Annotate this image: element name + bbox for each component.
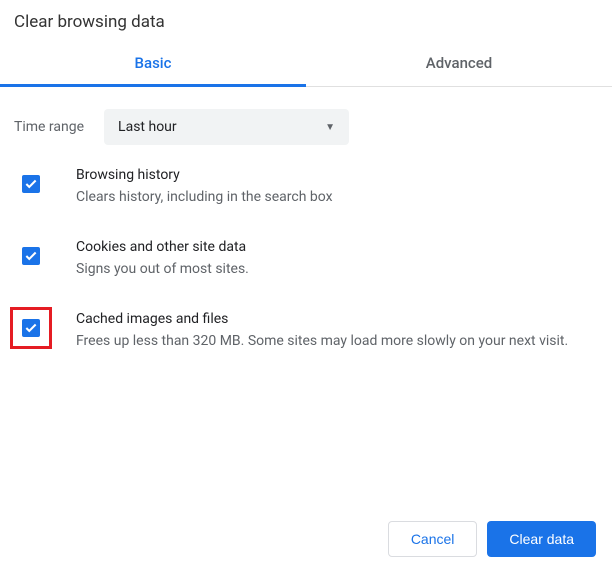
- dialog-buttons: Cancel Clear data: [388, 521, 596, 557]
- option-title: Cookies and other site data: [76, 237, 249, 257]
- option-desc: Signs you out of most sites.: [76, 259, 249, 279]
- option-browsing-history: Browsing history Clears history, includi…: [14, 163, 598, 207]
- check-icon: [24, 321, 38, 335]
- caret-down-icon: ▼: [325, 122, 335, 133]
- time-range-row: Time range Last hour ▼: [0, 87, 612, 163]
- checkbox-wrapper: [10, 235, 52, 277]
- option-text: Cached images and files Frees up less th…: [76, 307, 568, 351]
- cancel-button[interactable]: Cancel: [388, 521, 478, 557]
- checkbox-wrapper: [10, 163, 52, 205]
- time-range-value: Last hour: [118, 119, 177, 135]
- check-icon: [24, 249, 38, 263]
- option-title: Cached images and files: [76, 309, 568, 329]
- time-range-select[interactable]: Last hour ▼: [104, 109, 349, 145]
- option-title: Browsing history: [76, 165, 333, 185]
- option-cached-images: Cached images and files Frees up less th…: [14, 307, 598, 351]
- option-cookies: Cookies and other site data Signs you ou…: [14, 235, 598, 279]
- checkbox-wrapper-highlighted: [10, 307, 52, 349]
- checkbox-cookies[interactable]: [22, 247, 40, 265]
- checkbox-browsing-history[interactable]: [22, 175, 40, 193]
- option-desc: Clears history, including in the search …: [76, 187, 333, 207]
- dialog-title: Clear browsing data: [0, 0, 612, 40]
- check-icon: [24, 177, 38, 191]
- options-list: Browsing history Clears history, includi…: [0, 163, 612, 351]
- clear-data-button[interactable]: Clear data: [487, 521, 596, 557]
- option-text: Browsing history Clears history, includi…: [76, 163, 333, 207]
- tab-basic[interactable]: Basic: [0, 40, 306, 87]
- tab-advanced[interactable]: Advanced: [306, 40, 612, 86]
- checkbox-cached-images[interactable]: [22, 319, 40, 337]
- option-desc: Frees up less than 320 MB. Some sites ma…: [76, 331, 568, 351]
- time-range-label: Time range: [14, 119, 84, 135]
- option-text: Cookies and other site data Signs you ou…: [76, 235, 249, 279]
- tabs: Basic Advanced: [0, 40, 612, 87]
